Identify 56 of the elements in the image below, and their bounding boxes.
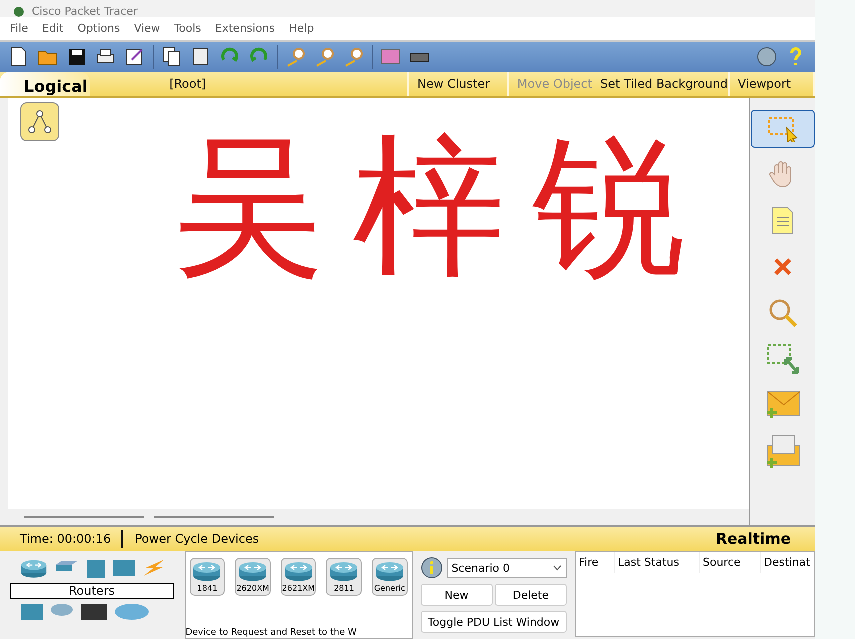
- logical-tab[interactable]: Logical: [0, 72, 90, 96]
- router-icon: [284, 561, 314, 582]
- device-button[interactable]: Generic: [372, 558, 408, 596]
- menu-item[interactable]: Extensions: [215, 22, 276, 35]
- device-button[interactable]: 2620XM: [235, 558, 271, 596]
- device-button[interactable]: 1841: [190, 558, 226, 596]
- device-button[interactable]: 2621XM: [280, 558, 316, 596]
- zoom-in-icon[interactable]: [285, 46, 307, 68]
- tool-button[interactable]: [750, 110, 814, 148]
- workspace-canvas[interactable]: 吴梓锐: [8, 98, 749, 509]
- scenario-button[interactable]: New: [420, 584, 493, 606]
- handwritten-text: 吴梓锐: [173, 117, 713, 297]
- chevron-down-icon: [553, 565, 562, 571]
- lightning-icon: [142, 559, 166, 577]
- router-icon: [374, 561, 405, 582]
- power-cycle-button[interactable]: Power Cycle Devices: [135, 532, 260, 546]
- switch-icon: [54, 559, 80, 573]
- column-header: Source: [700, 552, 761, 573]
- time-label: Time: 00:00:16: [0, 530, 124, 548]
- device-button[interactable]: 2811: [326, 558, 362, 596]
- zoom-reset-icon[interactable]: [314, 46, 336, 68]
- realtime-tab[interactable]: Realtime: [716, 530, 815, 548]
- scenario-button[interactable]: Delete: [494, 584, 567, 606]
- window-title: Cisco Packet Tracer: [32, 7, 138, 17]
- menu-item[interactable]: Tools: [174, 22, 202, 35]
- column-header: Last Status: [615, 552, 700, 573]
- category-label: Routers: [10, 583, 174, 599]
- router-icon: [192, 561, 222, 582]
- workspace-action[interactable]: New Cluster: [409, 72, 510, 96]
- topology-icon: [20, 102, 60, 142]
- menu-item[interactable]: Options: [78, 22, 120, 35]
- save-icon[interactable]: [66, 46, 88, 68]
- resize-icon: [766, 343, 800, 375]
- menu-item[interactable]: File: [10, 22, 28, 35]
- scenario-dropdown[interactable]: Scenario 0: [446, 558, 567, 578]
- device-hint: Device to Request and Reset to the W: [186, 628, 358, 638]
- workspace-action[interactable]: Set Tiled Background: [592, 72, 730, 96]
- toggle-pdu-button[interactable]: Toggle PDU List Window: [420, 611, 567, 633]
- menu-item[interactable]: View: [134, 22, 160, 35]
- column-header: Fire: [576, 552, 615, 573]
- menu-item[interactable]: Edit: [42, 22, 64, 35]
- cloud-icon: [50, 603, 74, 617]
- column-header: Destinat: [761, 552, 814, 573]
- router-icon: [20, 559, 48, 579]
- note-icon: [770, 207, 794, 235]
- path-label: [Root]: [90, 72, 410, 96]
- router-icon: [238, 561, 268, 582]
- cloud-icon: [114, 603, 150, 621]
- menu-item[interactable]: Help: [289, 22, 314, 35]
- copy-icon[interactable]: [161, 46, 183, 68]
- zoom-out-icon[interactable]: [343, 46, 365, 68]
- delete-icon: [772, 257, 792, 277]
- router-icon: [329, 561, 360, 582]
- select-icon: [766, 116, 798, 142]
- magnifier-icon: [768, 298, 798, 328]
- workspace-action[interactable]: Viewport: [730, 72, 815, 96]
